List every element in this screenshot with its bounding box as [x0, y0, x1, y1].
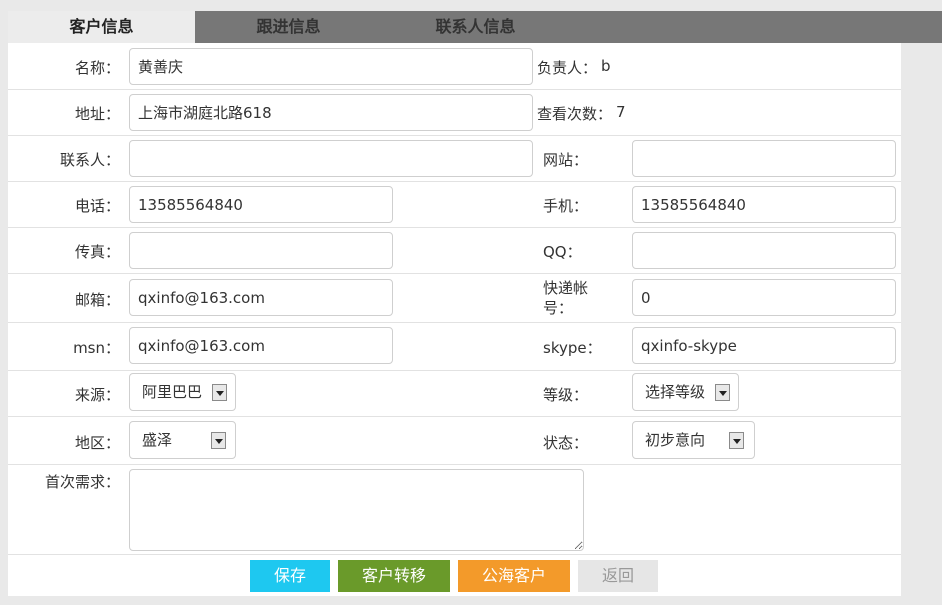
chevron-down-icon[interactable] [211, 432, 226, 449]
tab-follow-up-info[interactable]: 跟进信息 [195, 11, 382, 43]
level-selected-value: 选择等级 [645, 383, 706, 401]
tab-bar: 客户信息 跟进信息 联系人信息 [8, 11, 942, 43]
region-label: 地区： [74, 434, 120, 452]
name-label: 名称： [74, 59, 120, 77]
qq-label: QQ： [543, 243, 582, 261]
mobile-input[interactable] [632, 186, 896, 223]
chevron-down-icon[interactable] [715, 384, 730, 401]
public-customer-button[interactable]: 公海客户 [458, 560, 570, 592]
fax-input[interactable] [129, 232, 393, 269]
form-row-address: 地址： 查看次数： 7 [8, 90, 901, 136]
owner-value: b [601, 57, 611, 75]
source-select[interactable]: 阿里巴巴 [129, 373, 236, 411]
chevron-down-icon[interactable] [729, 432, 744, 449]
source-selected-value: 阿里巴巴 [142, 383, 203, 401]
first-need-label: 首次需求： [44, 473, 120, 491]
back-button[interactable]: 返回 [578, 560, 658, 592]
address-input[interactable] [129, 94, 533, 131]
phone-label: 电话： [74, 197, 120, 215]
msn-label: msn： [73, 339, 120, 357]
skype-label: skype： [543, 339, 602, 357]
source-label: 来源： [74, 386, 120, 404]
owner-label: 负责人： [537, 59, 598, 77]
form-row-msn: msn： skype： [8, 323, 901, 371]
status-selected-value: 初步意向 [645, 431, 706, 449]
contact-label: 联系人： [59, 151, 120, 169]
first-need-textarea[interactable] [129, 469, 584, 551]
chevron-down-icon[interactable] [212, 384, 227, 401]
form-row-source: 来源： 阿里巴巴 等级： 选择等级 [8, 371, 901, 417]
skype-input[interactable] [632, 327, 896, 364]
qq-input[interactable] [632, 232, 896, 269]
name-input[interactable] [129, 48, 533, 85]
form-row-fax: 传真： QQ： [8, 228, 901, 274]
views-label: 查看次数： [537, 105, 613, 123]
views-value: 7 [616, 103, 626, 121]
form-row-first-need: 首次需求： [8, 465, 901, 555]
website-input[interactable] [632, 140, 896, 177]
express-input[interactable] [632, 279, 896, 316]
status-label: 状态： [543, 434, 589, 452]
fax-label: 传真： [74, 243, 120, 261]
tab-contact-info[interactable]: 联系人信息 [382, 11, 569, 43]
address-label: 地址： [74, 105, 120, 123]
form-row-phone: 电话： 手机： [8, 182, 901, 228]
email-label: 邮箱： [74, 291, 120, 309]
region-select[interactable]: 盛泽 [129, 421, 236, 459]
express-label: 快递帐 号： [543, 278, 588, 318]
customer-form: 名称： 负责人： b 地址： 查看次数： 7 联系人： 网站： 电话： 手机： … [8, 43, 901, 596]
form-row-region: 地区： 盛泽 状态： 初步意向 [8, 417, 901, 465]
form-row-name: 名称： 负责人： b [8, 43, 901, 90]
status-select[interactable]: 初步意向 [632, 421, 755, 459]
mobile-label: 手机： [543, 197, 589, 215]
level-label: 等级： [543, 386, 589, 404]
form-row-contact: 联系人： 网站： [8, 136, 901, 182]
express-label-line2: 号： [543, 299, 574, 317]
email-input[interactable] [129, 279, 393, 316]
tab-customer-info[interactable]: 客户信息 [8, 11, 195, 43]
save-button[interactable]: 保存 [250, 560, 330, 592]
phone-input[interactable] [129, 186, 393, 223]
form-row-email: 邮箱： 快递帐 号： [8, 274, 901, 323]
express-label-line1: 快递帐 [543, 279, 589, 297]
msn-input[interactable] [129, 327, 393, 364]
region-selected-value: 盛泽 [142, 431, 173, 449]
contact-input[interactable] [129, 140, 533, 177]
website-label: 网站： [543, 151, 589, 169]
level-select[interactable]: 选择等级 [632, 373, 739, 411]
transfer-customer-button[interactable]: 客户转移 [338, 560, 450, 592]
